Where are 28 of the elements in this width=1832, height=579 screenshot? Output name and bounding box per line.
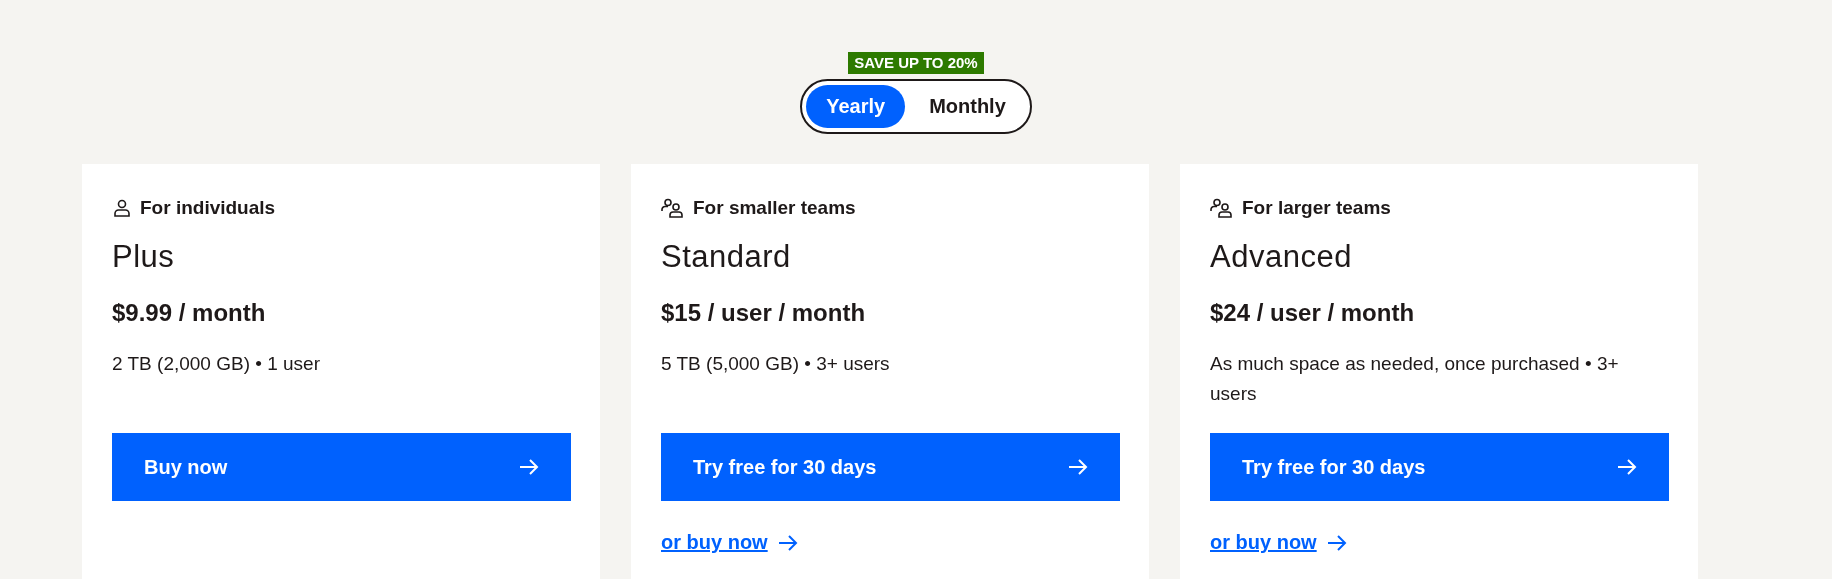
plan-price: $9.99 / month: [112, 299, 267, 327]
arrow-right-icon: [777, 533, 798, 552]
cta-button[interactable]: Buy now: [112, 433, 571, 501]
buy-link[interactable]: or buy now: [1210, 531, 1317, 554]
billing-option[interactable]: Yearly: [806, 85, 906, 128]
plan-audience: For individuals: [140, 197, 276, 219]
people-icon: [1210, 198, 1234, 218]
plan-name: Plus: [112, 239, 176, 275]
cta-button[interactable]: Try free for 30 days: [661, 433, 1120, 501]
arrow-right-icon: [1326, 533, 1347, 552]
person-icon: [112, 198, 132, 218]
arrow-right-icon: [1068, 458, 1088, 476]
plan-name: Standard: [661, 239, 792, 275]
plan-details: 2 TB (2,000 GB) • 1 user: [112, 352, 321, 376]
discount-badge: SAVE UP TO 20%: [848, 52, 984, 74]
buy-link[interactable]: or buy now: [661, 531, 768, 554]
plan-price: $15 / user / month: [661, 299, 867, 327]
cta-button[interactable]: Try free for 30 days: [1210, 433, 1669, 501]
plan-audience: For larger teams: [1242, 197, 1391, 219]
arrow-right-icon: [519, 458, 539, 476]
plan-name: Advanced: [1210, 239, 1353, 275]
plan-details: As much space as needed, once purchased • 3+ users: [1210, 352, 1620, 406]
people-icon: [661, 198, 685, 218]
plan-audience: For smaller teams: [693, 197, 856, 219]
arrow-right-icon: [1617, 458, 1637, 476]
plan-details: 5 TB (5,000 GB) • 3+ users: [661, 352, 891, 376]
plan-price: $24 / user / month: [1210, 299, 1416, 327]
billing-option[interactable]: Monthly: [909, 85, 1026, 128]
